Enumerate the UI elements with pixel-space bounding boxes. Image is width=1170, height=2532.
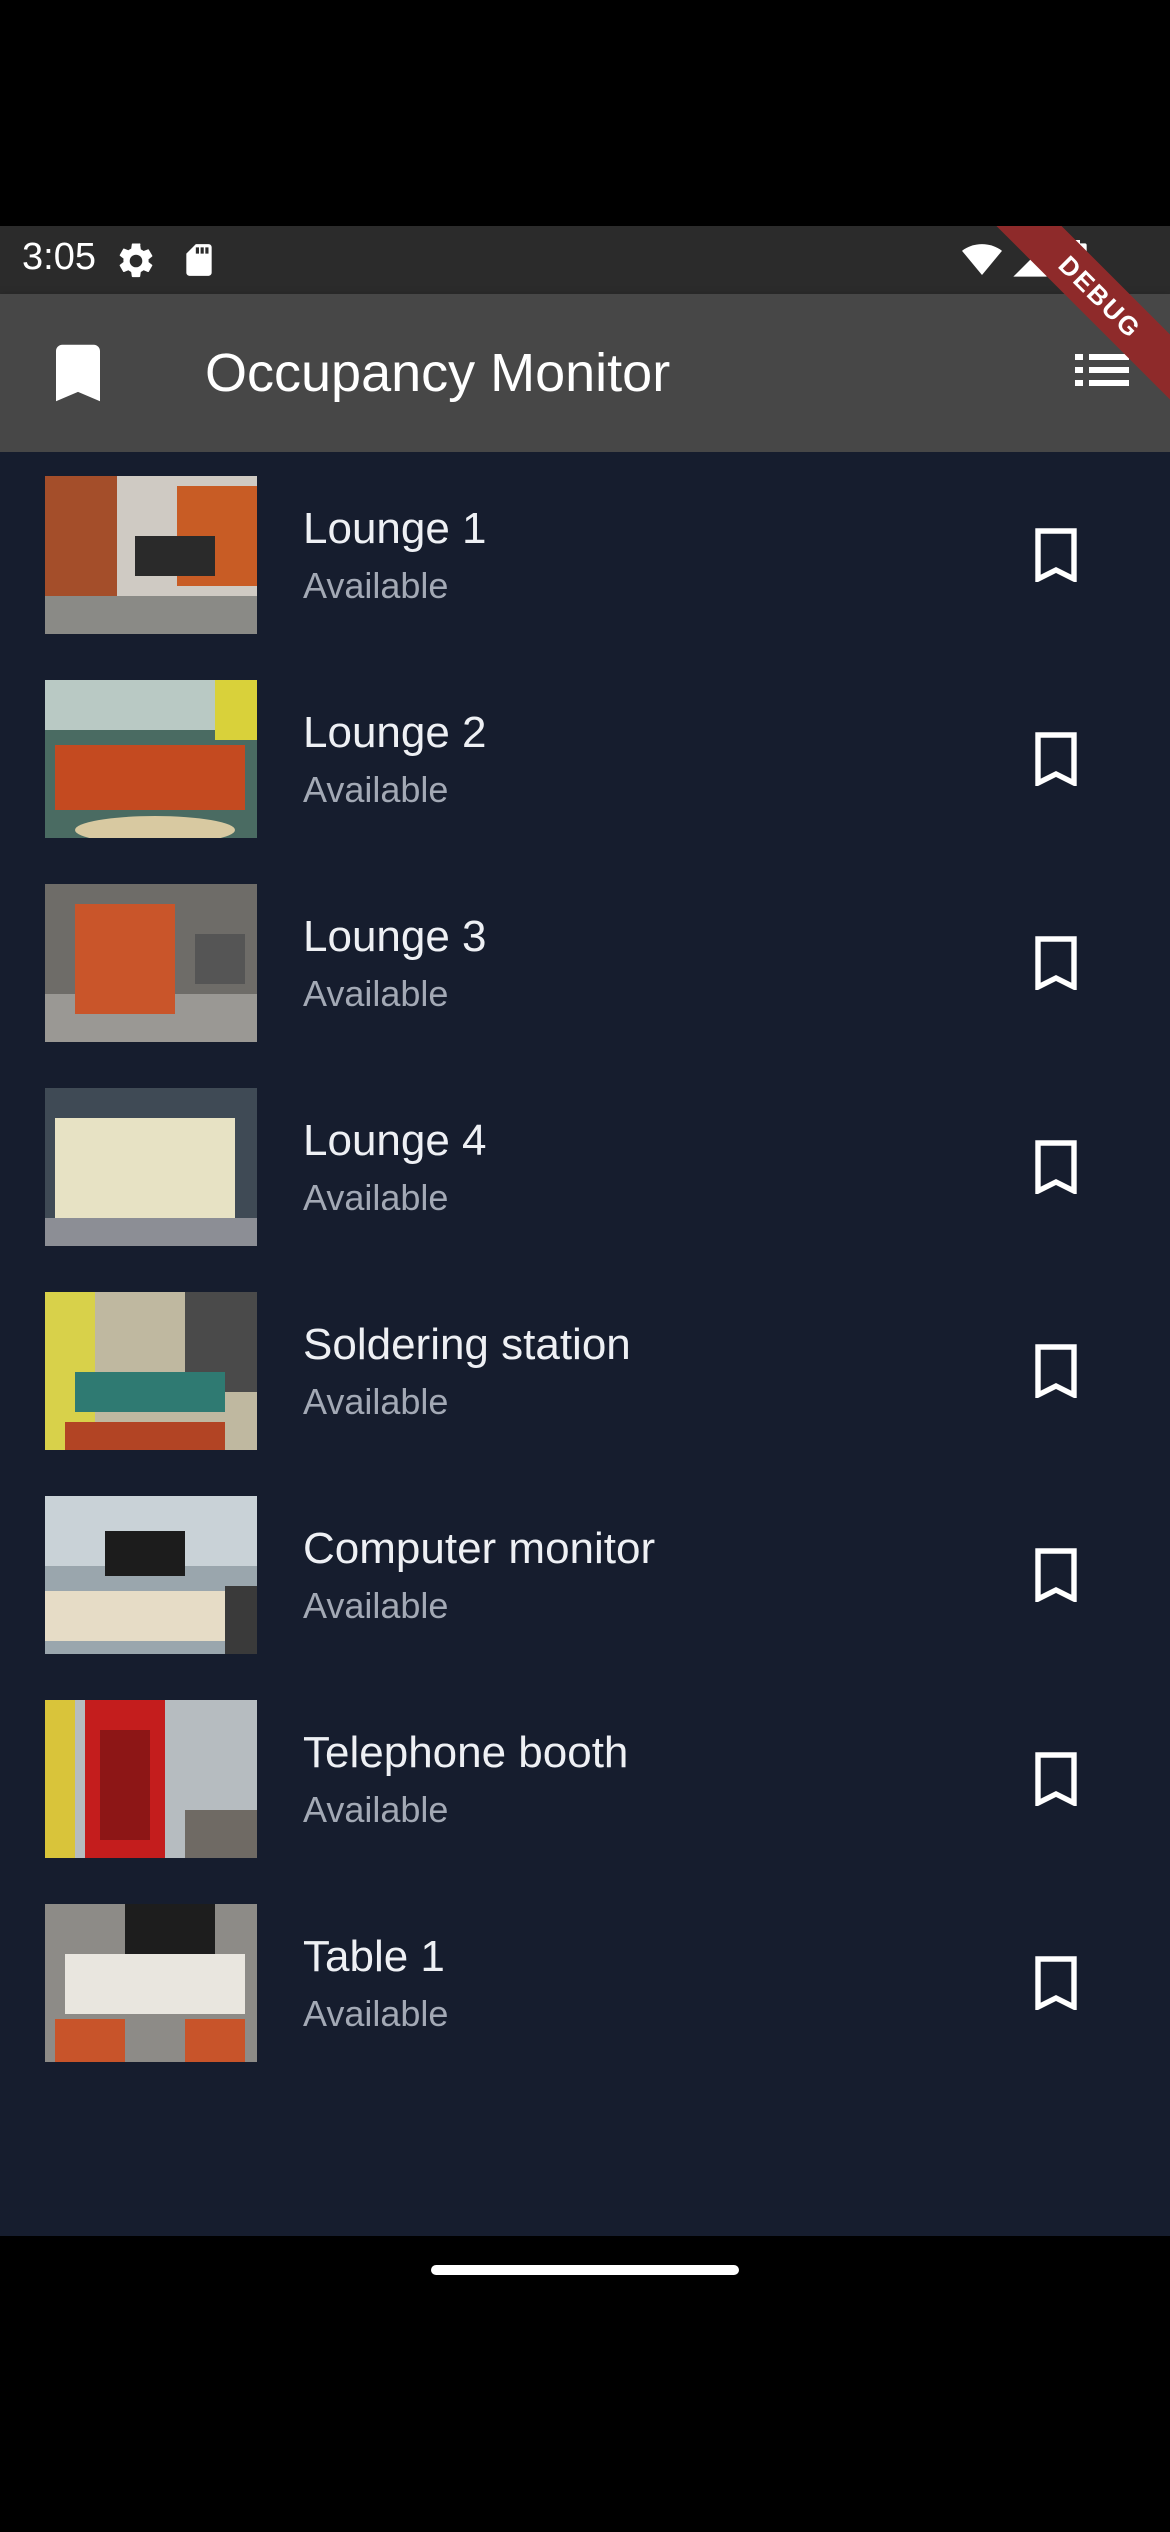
list-item[interactable]: Lounge 2 Available <box>0 656 1170 860</box>
space-title: Lounge 1 <box>303 504 487 553</box>
bookmark-icon[interactable] <box>56 344 100 407</box>
space-thumbnail <box>45 1496 257 1654</box>
debug-banner: DEBUG <box>990 226 1170 406</box>
bookmark-outline-icon[interactable] <box>1032 1140 1080 1199</box>
list-item[interactable]: Computer monitor Available <box>0 1472 1170 1676</box>
status-time: 3:05 <box>22 236 96 278</box>
space-title: Soldering station <box>303 1320 631 1369</box>
list-item[interactable]: Lounge 1 Available <box>0 452 1170 656</box>
space-thumbnail <box>45 1700 257 1858</box>
settings-icon <box>115 240 157 287</box>
list-item[interactable]: Telephone booth Available <box>0 1676 1170 1880</box>
bookmark-outline-icon[interactable] <box>1032 1956 1080 2015</box>
space-status: Available <box>303 1585 449 1626</box>
space-status: Available <box>303 565 449 606</box>
bookmark-outline-icon[interactable] <box>1032 528 1080 587</box>
space-title: Lounge 3 <box>303 912 487 961</box>
space-status: Available <box>303 973 449 1014</box>
list-item[interactable]: Lounge 3 Available <box>0 860 1170 1064</box>
space-status: Available <box>303 1177 449 1218</box>
bookmark-outline-icon[interactable] <box>1032 936 1080 995</box>
debug-banner-label: DEBUG <box>991 226 1170 406</box>
list-item[interactable]: Lounge 4 Available <box>0 1064 1170 1268</box>
space-title: Computer monitor <box>303 1524 656 1573</box>
bookmark-outline-icon[interactable] <box>1032 732 1080 791</box>
space-thumbnail <box>45 680 257 838</box>
space-list: Lounge 1 Available Lounge 2 Available Lo… <box>0 452 1170 2236</box>
list-item[interactable]: Table 1 Available <box>0 1880 1170 2084</box>
space-status: Available <box>303 1381 449 1422</box>
bookmark-outline-icon[interactable] <box>1032 1548 1080 1607</box>
space-status: Available <box>303 769 449 810</box>
space-thumbnail <box>45 1904 257 2062</box>
page-title: Occupancy Monitor <box>205 343 671 403</box>
bookmark-outline-icon[interactable] <box>1032 1344 1080 1403</box>
space-status: Available <box>303 1993 449 2034</box>
sd-card-icon <box>180 240 218 285</box>
space-title: Table 1 <box>303 1932 445 1981</box>
space-status: Available <box>303 1789 449 1830</box>
navigation-handle[interactable] <box>431 2265 739 2275</box>
space-thumbnail <box>45 476 257 634</box>
list-item[interactable]: Soldering station Available <box>0 1268 1170 1472</box>
space-title: Lounge 4 <box>303 1116 487 1165</box>
space-thumbnail <box>45 1088 257 1246</box>
bookmark-outline-icon[interactable] <box>1032 1752 1080 1811</box>
space-title: Lounge 2 <box>303 708 487 757</box>
space-thumbnail <box>45 884 257 1042</box>
space-title: Telephone booth <box>303 1728 629 1777</box>
space-thumbnail <box>45 1292 257 1450</box>
